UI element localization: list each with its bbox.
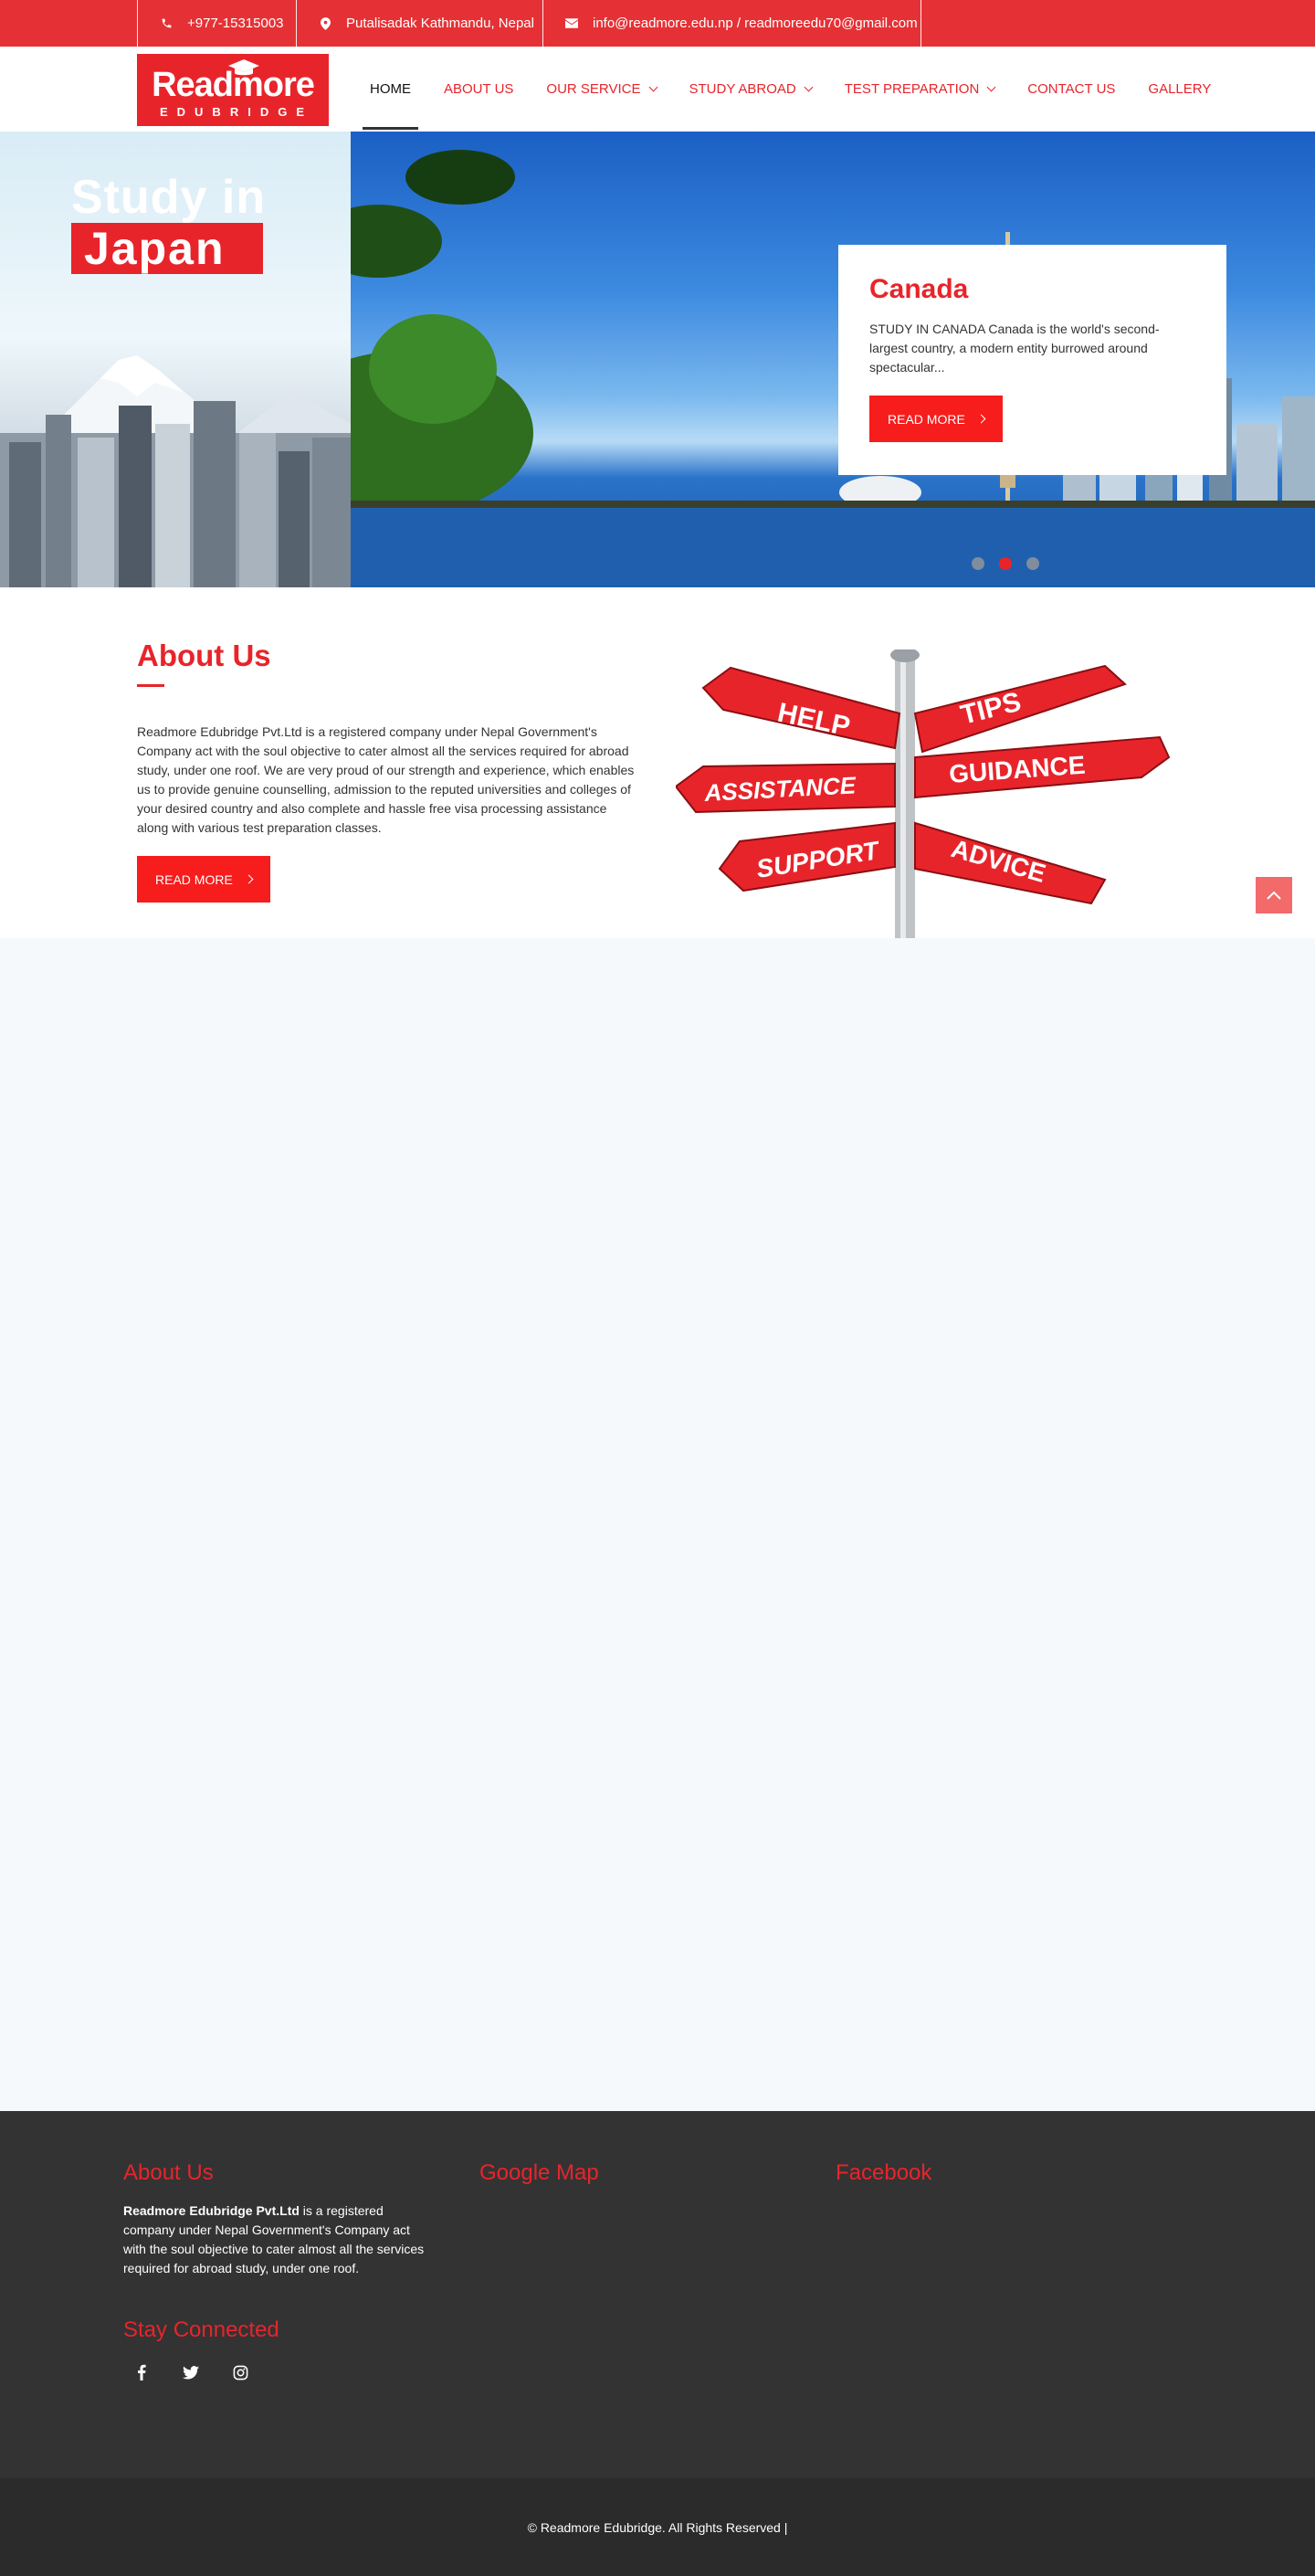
facebook-icon[interactable] — [128, 2359, 155, 2386]
hero-slider: Study in Japan Canada STUDY IN CANADA Ca… — [0, 132, 1315, 587]
nav-test-preparation[interactable]: TEST PREPARATION — [845, 47, 996, 132]
about-title-underline — [137, 684, 164, 687]
envelope-icon — [563, 16, 580, 32]
top-contact-bar: +977-15315003 Putalisadak Kathmandu, Nep… — [0, 0, 1315, 47]
about-text: Readmore Edubridge Pvt.Ltd is a register… — [137, 724, 635, 835]
phone-icon — [158, 16, 174, 32]
graduation-cap-icon — [228, 59, 259, 76]
slide-caption-card: Canada STUDY IN CANADA Canada is the wor… — [838, 245, 1226, 475]
about-section: About Us Readmore Edubridge Pvt.Ltd is a… — [0, 587, 1315, 938]
chevron-right-icon — [976, 414, 986, 424]
slide-title: Canada — [869, 274, 969, 304]
slider-dot-1[interactable] — [972, 557, 984, 570]
signpost-image: HELP TIPS ASSISTANCE GUIDANCE SUPPORT AD… — [676, 649, 1171, 938]
footer-facebook-title: Facebook — [836, 2160, 932, 2185]
nav-about-us[interactable]: ABOUT US — [444, 47, 513, 132]
canada-slide: Canada STUDY IN CANADA Canada is the wor… — [351, 132, 1315, 587]
chevron-right-icon — [244, 874, 254, 884]
nav-contact-us[interactable]: CONTACT US — [1027, 47, 1115, 132]
nav-our-service[interactable]: OUR SERVICE — [546, 47, 658, 132]
main-nav: HOME ABOUT US OUR SERVICE STUDY ABROAD T… — [363, 47, 1244, 132]
about-read-more-button[interactable]: READ MORE — [137, 856, 270, 903]
japan-slide-highlight: Japan — [71, 223, 263, 274]
social-links — [128, 2359, 276, 2386]
chevron-up-icon — [1267, 891, 1281, 900]
nav-home[interactable]: HOME — [363, 47, 418, 132]
footer-map-title: Google Map — [479, 2160, 599, 2185]
copyright-text: © Readmore Edubridge. All Rights Reserve… — [527, 2519, 788, 2535]
address-text: Putalisadak Kathmandu, Nepal — [346, 16, 534, 31]
phone-text: +977-15315003 — [187, 16, 284, 31]
slide-read-more-button[interactable]: READ MORE — [869, 396, 1003, 442]
slide-description: STUDY IN CANADA Canada is the world's se… — [869, 322, 1160, 375]
site-header: Readmore EDUBRIDGE HOME ABOUT US OUR SER… — [0, 47, 1315, 132]
chevron-down-icon — [986, 82, 996, 92]
topbar-address: Putalisadak Kathmandu, Nepal — [296, 0, 542, 47]
map-marker-icon — [317, 16, 333, 32]
about-title: About Us — [137, 639, 271, 672]
instagram-icon[interactable] — [226, 2359, 254, 2386]
japan-slide-image[interactable]: Study in Japan — [0, 132, 351, 587]
slider-pagination — [972, 557, 1054, 570]
scroll-to-top-button[interactable] — [1256, 877, 1292, 913]
topbar-email[interactable]: info@readmore.edu.np / readmoreedu70@gma… — [542, 0, 921, 47]
footer-about-title: About Us — [123, 2160, 214, 2185]
copyright-bar: © Readmore Edubridge. All Rights Reserve… — [0, 2478, 1315, 2576]
email-text: info@readmore.edu.np / readmoreedu70@gma… — [593, 16, 918, 31]
japan-slide-title: Study in — [71, 171, 267, 224]
slider-dot-2[interactable] — [999, 557, 1012, 570]
footer-stay-connected-title: Stay Connected — [123, 2317, 279, 2342]
site-footer: About Us Readmore Edubridge Pvt.Ltd is a… — [0, 2111, 1315, 2478]
footer-about-text: Readmore Edubridge Pvt.Ltd is a register… — [123, 2203, 425, 2275]
nav-gallery[interactable]: GALLERY — [1148, 47, 1211, 132]
logo-subtitle: EDUBRIDGE — [159, 105, 313, 119]
sign-word-tips: TIPS — [958, 687, 1025, 731]
slider-dot-3[interactable] — [1026, 557, 1039, 570]
chevron-down-icon — [648, 82, 658, 92]
site-logo[interactable]: Readmore EDUBRIDGE — [137, 54, 329, 126]
twitter-icon[interactable] — [177, 2359, 205, 2386]
chevron-down-icon — [804, 82, 814, 92]
footer-company-name: Readmore Edubridge Pvt.Ltd — [123, 2203, 300, 2218]
topbar-phone[interactable]: +977-15315003 — [137, 0, 296, 47]
nav-study-abroad[interactable]: STUDY ABROAD — [689, 47, 814, 132]
